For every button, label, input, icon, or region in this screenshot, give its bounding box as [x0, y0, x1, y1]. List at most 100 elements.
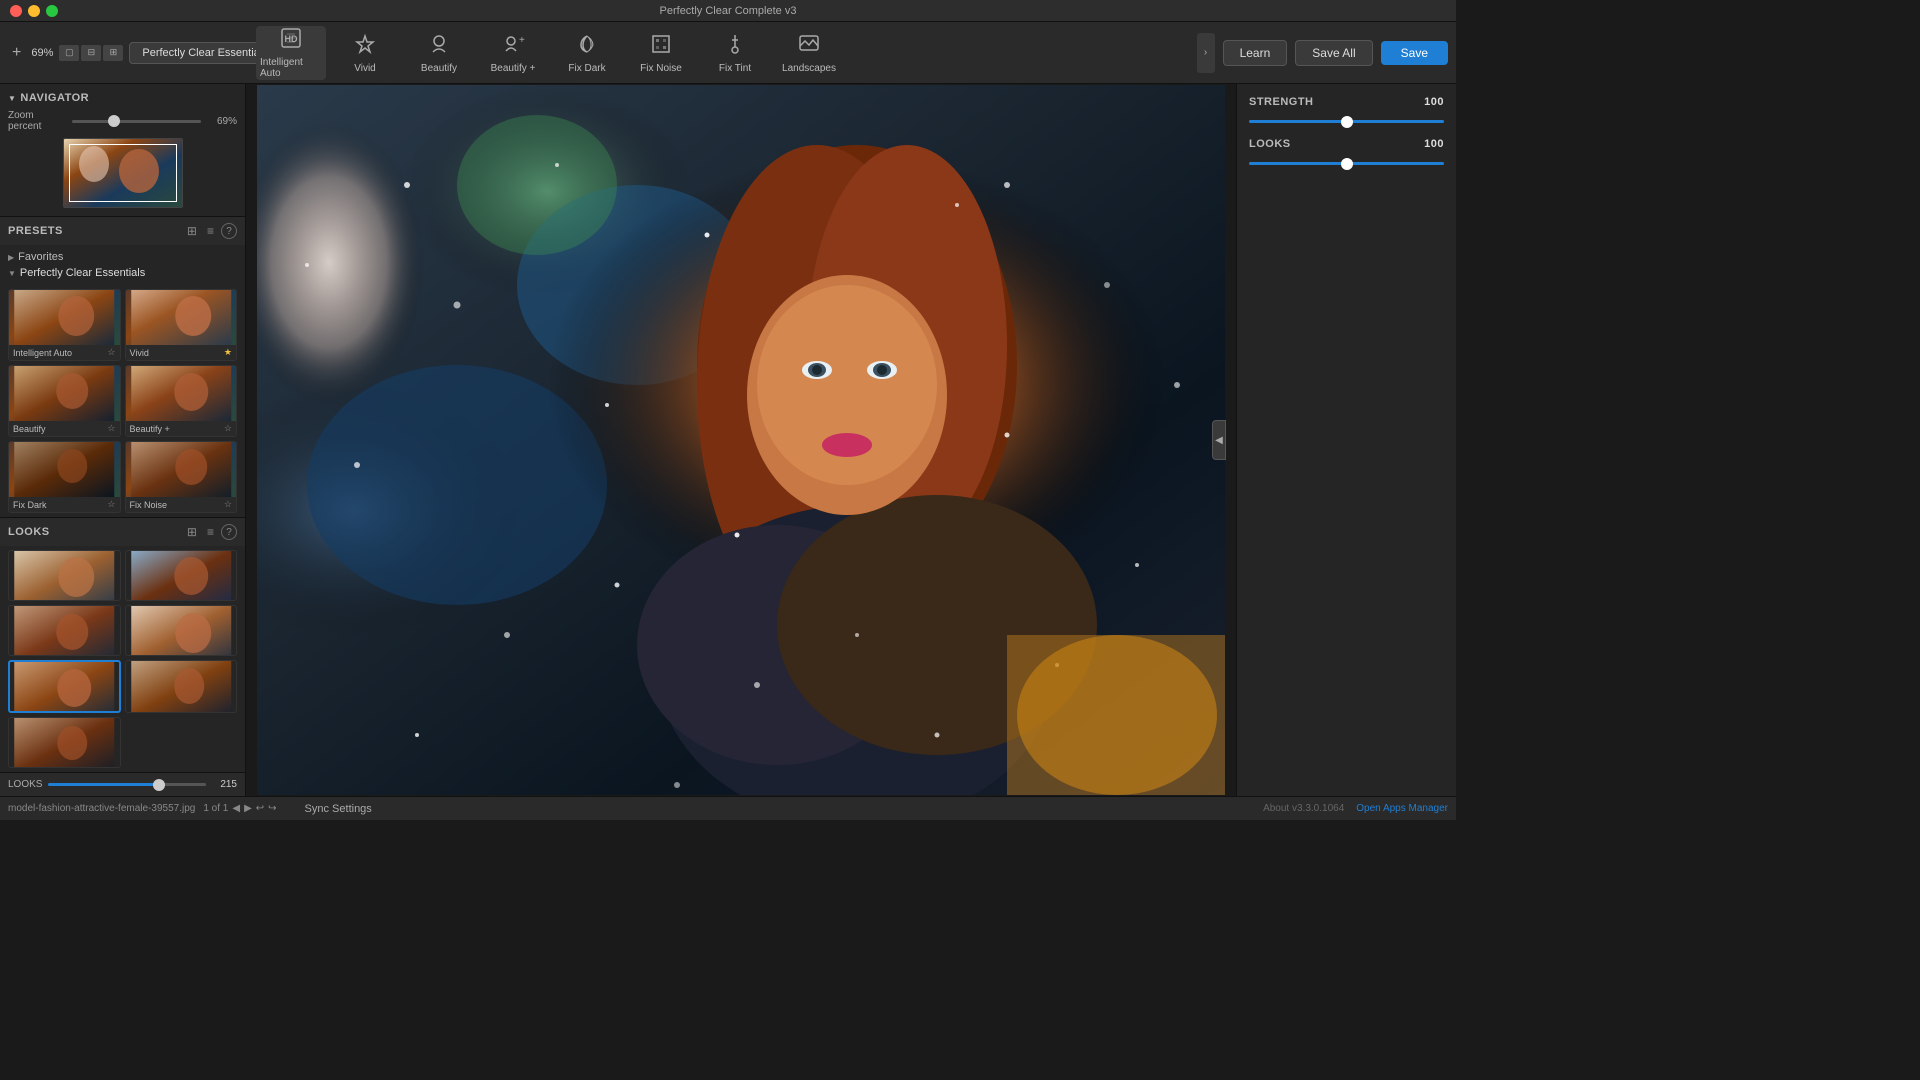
favorites-chevron: ▶	[8, 253, 14, 262]
looks-slider-label: LOOKS	[8, 779, 42, 790]
preset-beautify-star[interactable]: ☆	[107, 423, 115, 434]
preset-fix-dark[interactable]: Fix Dark ☆	[8, 441, 121, 513]
presets-group-favorites[interactable]: ▶ Favorites	[8, 249, 237, 265]
zoom-row: Zoom percent 69%	[8, 110, 237, 132]
bottombar: model-fashion-attractive-female-39557.jp…	[0, 796, 1456, 820]
preset-vivid-name-row: Vivid ★	[126, 345, 237, 360]
looks-help[interactable]: ?	[221, 524, 237, 540]
right-panel: STRENGTH 100 LOOKS 100	[1236, 84, 1456, 796]
page-count: 1 of 1	[203, 803, 228, 814]
preset-vivid-star[interactable]: ★	[224, 347, 232, 358]
learn-button[interactable]: Learn	[1223, 40, 1288, 66]
essentials-chevron: ▼	[8, 269, 16, 278]
tool-fix-dark[interactable]: Fix Dark	[552, 26, 622, 80]
tool-beautify[interactable]: Beautify	[404, 26, 474, 80]
maximize-button[interactable]	[46, 5, 58, 17]
sync-section: Sync Settings	[305, 803, 372, 815]
preset-beautify-plus[interactable]: Beautify + ☆	[125, 365, 238, 437]
look-pop-film[interactable]: Pop Film ★	[8, 660, 121, 713]
preset-fix-dark-name: Fix Dark	[13, 500, 47, 510]
page-first-btn[interactable]: ↩	[256, 803, 264, 814]
toolbar-right: › Learn Save All Save	[1197, 33, 1448, 73]
page-prev-btn[interactable]: ◀	[232, 803, 240, 814]
tool-beautify-plus[interactable]: + Beautify +	[478, 26, 548, 80]
canvas-container[interactable]: ◀	[246, 84, 1236, 796]
looks-grid: Bleached Film ☆ Blue Pop Film	[0, 546, 245, 772]
preset-fix-noise-thumb	[126, 442, 237, 497]
about-text: About v3.3.0.1064	[1263, 803, 1344, 814]
tool-fix-tint-label: Fix Tint	[719, 63, 751, 74]
nav-thumb-viewport	[69, 144, 177, 202]
preset-beautify-plus-star[interactable]: ☆	[224, 423, 232, 434]
tool-landscapes-label: Landscapes	[782, 63, 836, 74]
looks-list-view[interactable]: ≡	[204, 524, 217, 540]
preset-fix-noise[interactable]: Fix Noise ☆	[125, 441, 238, 513]
presets-help[interactable]: ?	[221, 223, 237, 239]
page-end-btn[interactable]: ↪	[268, 803, 276, 814]
left-panel: ▼ NAVIGATOR Zoom percent 69%	[0, 84, 246, 796]
close-button[interactable]	[10, 5, 22, 17]
look-extra[interactable]: ☆	[8, 717, 121, 768]
landscapes-icon	[797, 32, 821, 60]
open-apps-button[interactable]: Open Apps Manager	[1356, 803, 1448, 814]
looks-title: LOOKS	[8, 526, 184, 538]
expand-button[interactable]: ›	[1197, 33, 1215, 73]
preset-fix-dark-star[interactable]: ☆	[107, 499, 115, 510]
sync-settings-button[interactable]: Sync Settings	[305, 803, 372, 815]
tool-intelligent-auto[interactable]: HD Intelligent Auto	[256, 26, 326, 80]
tool-vivid[interactable]: Vivid	[330, 26, 400, 80]
looks-section: LOOKS ⊞ ≡ ?	[0, 518, 245, 796]
tool-fix-noise[interactable]: Fix Noise	[626, 26, 696, 80]
favorites-label: Favorites	[18, 251, 63, 263]
tool-fix-tint[interactable]: Fix Tint	[700, 26, 770, 80]
presets-grid-view[interactable]: ⊞	[184, 223, 200, 239]
essentials-label: Perfectly Clear Essentials	[20, 267, 145, 279]
preset-intelligent-auto-star[interactable]: ☆	[107, 347, 115, 358]
look-light-film[interactable]: Light Film ☆	[125, 605, 238, 656]
bottombar-right: About v3.3.0.1064 Open Apps Manager	[1263, 803, 1448, 814]
zoom-display: 69%	[31, 47, 53, 59]
page-next-btn[interactable]: ▶	[244, 803, 252, 814]
view-grid[interactable]: ⊞	[103, 45, 123, 61]
look-double-dip[interactable]: Double Dip ☆	[8, 605, 121, 656]
preset-fix-dark-name-row: Fix Dark ☆	[9, 497, 120, 512]
preset-vivid-thumb	[126, 290, 237, 345]
preset-fix-noise-star[interactable]: ☆	[224, 499, 232, 510]
preset-beautify-thumb	[9, 366, 120, 421]
save-all-button[interactable]: Save All	[1295, 40, 1372, 66]
preset-beautify-plus-name: Beautify +	[130, 424, 170, 434]
preset-intelligent-auto-name-row: Intelligent Auto ☆	[9, 345, 120, 360]
toolbar-tools: HD Intelligent Auto Vivid Beautify	[256, 26, 1197, 80]
zoom-slider[interactable]	[72, 120, 201, 123]
minimize-button[interactable]	[28, 5, 40, 17]
looks-grid-view[interactable]: ⊞	[184, 524, 200, 540]
tool-intelligent-auto-label: Intelligent Auto	[260, 57, 322, 79]
look-extra-thumb	[9, 718, 120, 768]
preset-vivid[interactable]: Vivid ★	[125, 289, 238, 361]
presets-list-view[interactable]: ≡	[204, 223, 217, 239]
tool-landscapes[interactable]: Landscapes	[774, 26, 844, 80]
looks-slider[interactable]	[48, 783, 206, 786]
look-simple-film[interactable]: Simple Film ☆	[125, 660, 238, 713]
view-split[interactable]: ⊟	[81, 45, 101, 61]
looks-amount-slider[interactable]	[1249, 162, 1444, 165]
presets-group-essentials[interactable]: ▼ Perfectly Clear Essentials	[8, 265, 237, 281]
preset-intelligent-auto[interactable]: Intelligent Auto ☆	[8, 289, 121, 361]
view-single[interactable]: ▢	[59, 45, 79, 61]
looks-slider-row: LOOKS 215	[0, 772, 245, 796]
look-blue-pop-film[interactable]: Blue Pop Film ☆	[125, 550, 238, 601]
tool-fix-dark-label: Fix Dark	[568, 63, 605, 74]
titlebar: Perfectly Clear Complete v3	[0, 0, 1456, 22]
save-button[interactable]: Save	[1381, 41, 1448, 65]
strength-label-row: STRENGTH 100	[1249, 96, 1444, 108]
add-button[interactable]: +	[8, 44, 25, 62]
strength-slider-group: STRENGTH 100	[1249, 96, 1444, 126]
look-bleached-film[interactable]: Bleached Film ☆	[8, 550, 121, 601]
canvas-collapse-left[interactable]: ◀	[1212, 420, 1226, 460]
view-icons: ▢ ⊟ ⊞	[59, 45, 123, 61]
preset-beautify[interactable]: Beautify ☆	[8, 365, 121, 437]
look-pop-film-thumb	[10, 662, 119, 713]
traffic-lights	[10, 5, 58, 17]
strength-slider[interactable]	[1249, 120, 1444, 123]
preset-intelligent-auto-thumb	[9, 290, 120, 345]
